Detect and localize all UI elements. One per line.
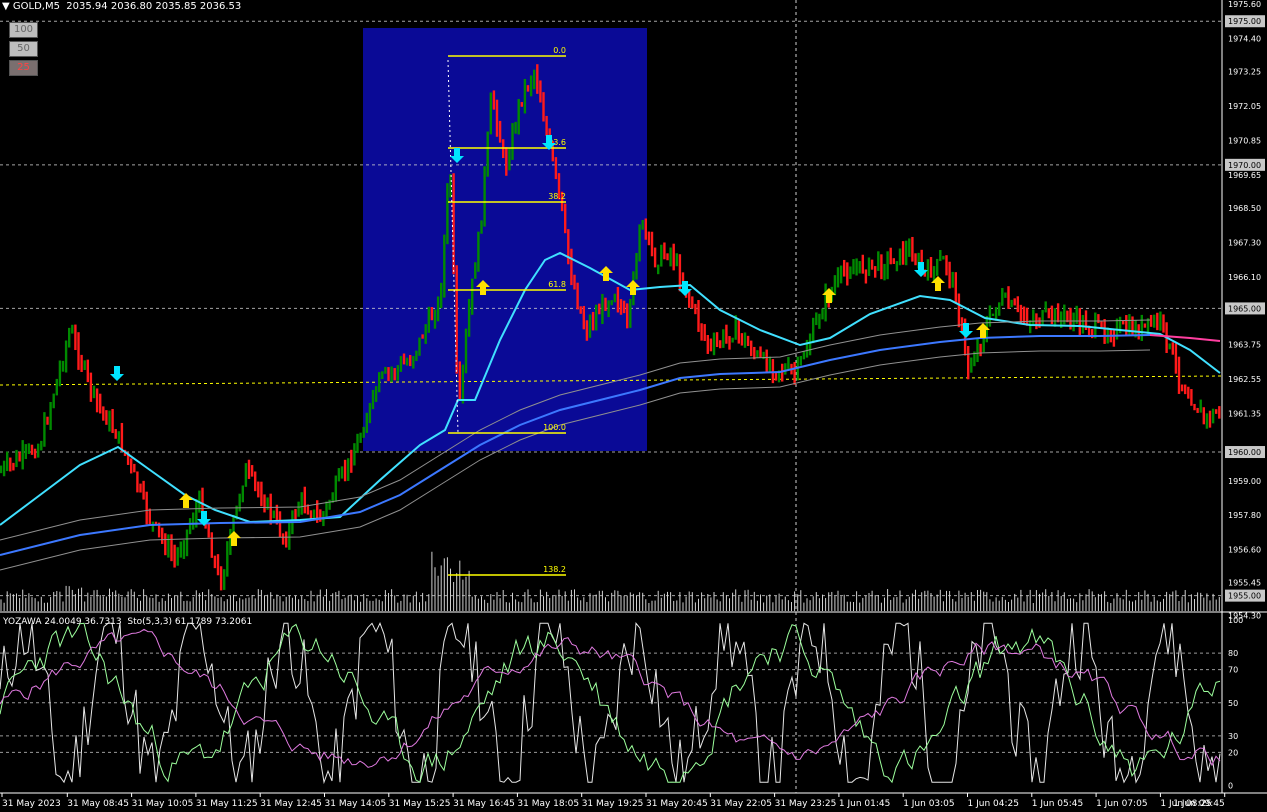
time-label: 31 May 14:05 [325,799,387,809]
indicator-scale-label: 20 [1228,748,1238,757]
price-tag-label: 1975.00 [1228,17,1261,26]
time-label: 31 May 16:45 [453,799,515,809]
trading-chart[interactable]: 0.023.638.261.8100.0138.21975.601974.401… [0,0,1267,812]
time-label: 31 May 15:25 [389,799,451,809]
time-label: 1 Jun 09:45 [1173,799,1224,809]
up-arrow-icon [179,493,193,508]
fib-level-label: 61.8 [548,280,566,289]
fib-level-label: 100.0 [543,423,566,432]
volume-group [0,551,1220,611]
level-100-button[interactable]: 100 [9,22,38,38]
indicator-header: YOZAWA 24.0049 36.7313 Sto(5,3,3) 61.178… [3,617,253,627]
price-label: 1956.60 [1228,546,1261,555]
price-tag-label: 1960.00 [1228,448,1261,457]
level-50-button[interactable]: 50 [9,41,38,57]
fib-level-label: 138.2 [543,565,566,574]
price-label: 1969.65 [1228,171,1261,180]
triangle-down-icon[interactable]: ▼ [2,1,13,12]
time-label: 31 May 20:45 [646,799,708,809]
fib-zone-box [363,28,647,451]
price-label: 1966.10 [1228,273,1261,282]
indicator-scale-label: 70 [1228,666,1238,675]
time-label: 1 Jun 01:45 [839,799,890,809]
yozawa-line [0,628,1221,768]
price-label: 1955.45 [1228,579,1261,588]
time-label: 31 May 19:25 [582,799,644,809]
time-label: 31 May 10:05 [132,799,194,809]
level-25-button[interactable]: 25 [9,60,38,76]
time-label: 31 May 2023 [2,799,61,809]
time-label: 1 Jun 05:45 [1032,799,1083,809]
time-label: 1 Jun 03:05 [903,799,954,809]
ohlc-readout: 2035.94 2036.80 2035.85 2036.53 [66,1,242,12]
fib-level-label: 0.0 [553,46,566,55]
up-arrow-icon [227,531,241,546]
pink-ma-line [1149,334,1221,342]
time-label: 31 May 22:05 [710,799,772,809]
price-tag-label: 1955.00 [1228,592,1261,601]
time-label: 31 May 08:45 [67,799,129,809]
price-label: 1962.55 [1228,375,1261,384]
time-label: 1 Jun 07:05 [1096,799,1147,809]
price-label: 1959.00 [1228,477,1261,486]
time-label: 31 May 11:25 [196,799,258,809]
indicator-scale-label: 80 [1228,649,1238,658]
price-tag-label: 1970.00 [1228,161,1261,170]
price-label: 1970.85 [1228,136,1261,145]
indicator-scale-label: 0 [1228,782,1233,791]
price-tag-label: 1965.00 [1228,304,1261,313]
price-label: 1975.60 [1228,0,1261,9]
time-label: 31 May 18:05 [517,799,579,809]
indicator-scale-label: 30 [1228,732,1238,741]
indicator-scale-label: 50 [1228,699,1238,708]
price-label: 1967.30 [1228,238,1261,247]
symbol-label: GOLD,M5 [12,1,60,12]
chart-header: ▼ GOLD,M5 2035.94 2036.80 2035.85 2036.5… [2,1,241,12]
time-label: 1 Jun 04:25 [968,799,1019,809]
price-label: 1968.50 [1228,204,1261,213]
price-label: 1973.25 [1228,67,1261,76]
price-label: 1972.05 [1228,102,1261,111]
indicator-scale-label: 100 [1228,616,1243,625]
price-label: 1957.80 [1228,511,1261,520]
price-label: 1974.40 [1228,34,1261,43]
time-label: 31 May 23:25 [775,799,837,809]
price-label: 1963.75 [1228,340,1261,349]
time-label: 31 May 12:45 [260,799,322,809]
price-label: 1961.35 [1228,409,1261,418]
down-arrow-icon [110,366,124,381]
fib-level-label: 38.2 [548,192,566,201]
